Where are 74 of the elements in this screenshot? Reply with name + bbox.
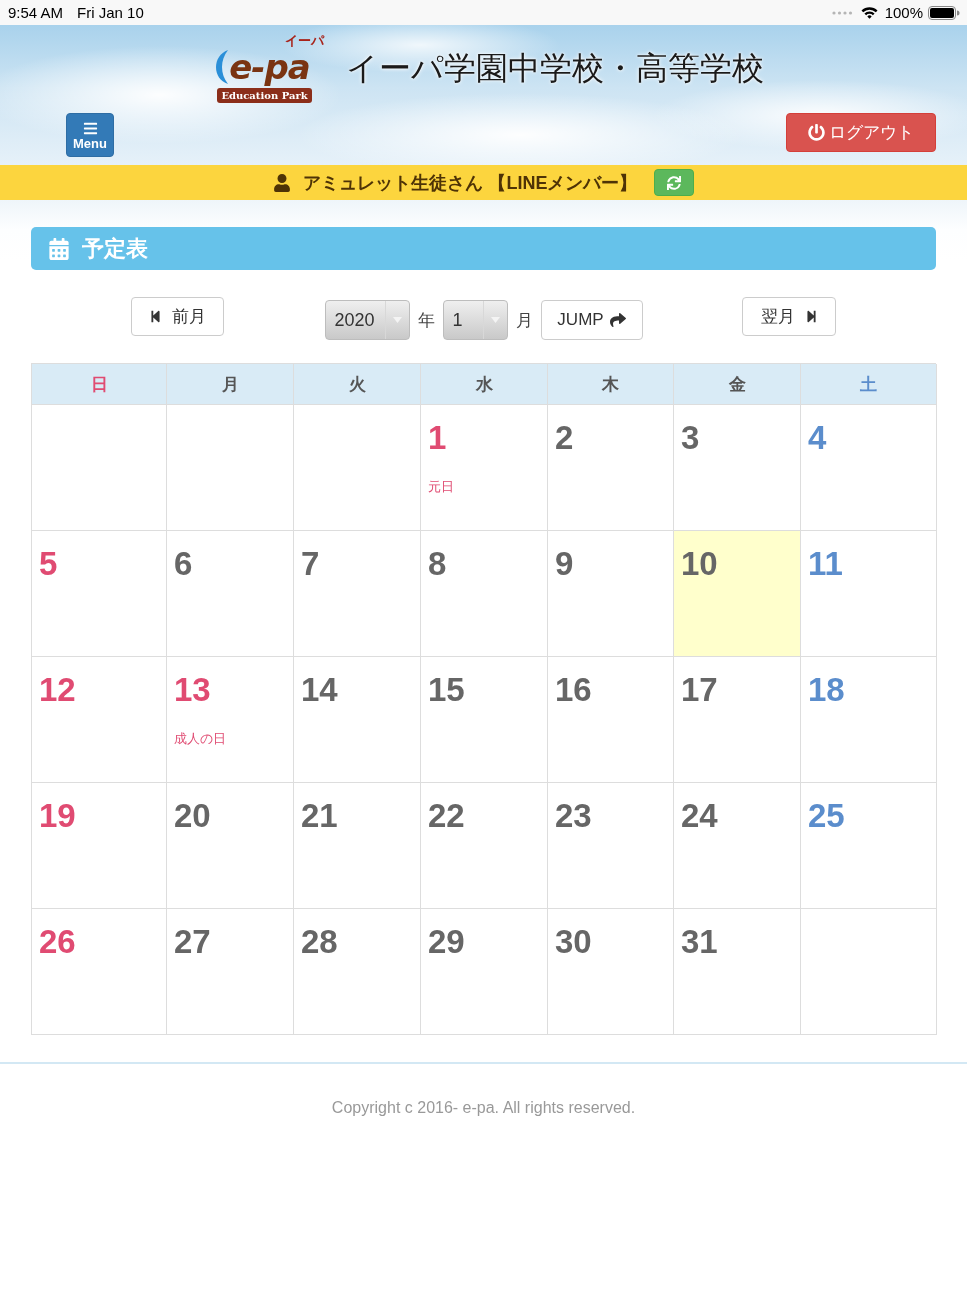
day-number: 20 bbox=[174, 797, 211, 835]
day-number: 12 bbox=[39, 671, 76, 709]
weekday-label: 木 bbox=[548, 364, 674, 405]
day-number: 27 bbox=[174, 923, 211, 961]
weekday-label: 金 bbox=[674, 364, 801, 405]
wifi-icon bbox=[860, 6, 878, 19]
school-title: イーパ学園中学校・高等学校 bbox=[345, 49, 764, 88]
battery-percent: 100% bbox=[884, 3, 923, 22]
holiday-label: 成人の日 bbox=[174, 731, 226, 747]
refresh-button[interactable] bbox=[653, 169, 694, 196]
weekday-label: 水 bbox=[421, 364, 548, 405]
day-number: 6 bbox=[174, 545, 193, 583]
day-number: 10 bbox=[681, 545, 718, 583]
day-number: 7 bbox=[301, 545, 320, 583]
prev-month-button[interactable]: 前月 bbox=[131, 297, 225, 336]
day-number: 22 bbox=[428, 797, 465, 835]
jump-button[interactable]: JUMP bbox=[540, 300, 643, 340]
logo-kana: イーパ bbox=[284, 33, 324, 48]
refresh-icon bbox=[666, 175, 681, 190]
year-select[interactable]: 2020 bbox=[324, 300, 410, 340]
weekday-label: 火 bbox=[294, 364, 421, 405]
month-unit: 月 bbox=[515, 309, 533, 332]
panel-title: 予定表 bbox=[82, 234, 148, 263]
weekday-label: 月 bbox=[167, 364, 294, 405]
day-number: 8 bbox=[428, 545, 447, 583]
day-number: 25 bbox=[808, 797, 845, 835]
day-number: 23 bbox=[555, 797, 592, 835]
weekday-label: 日 bbox=[32, 364, 167, 405]
day-number: 17 bbox=[681, 671, 718, 709]
day-number: 5 bbox=[39, 545, 58, 583]
calendar-icon bbox=[48, 237, 70, 260]
day-number: 13 bbox=[174, 671, 211, 709]
day-number: 14 bbox=[301, 671, 338, 709]
day-number: 24 bbox=[681, 797, 718, 835]
user-name: アミュレット生徒さん 【LINEメンバー】 bbox=[303, 171, 638, 195]
caret-icon bbox=[490, 317, 500, 323]
day-number: 15 bbox=[428, 671, 465, 709]
month-select[interactable]: 1 bbox=[442, 300, 508, 340]
day-number: 1 bbox=[428, 419, 447, 457]
day-number: 30 bbox=[555, 923, 592, 961]
day-number: 3 bbox=[681, 419, 700, 457]
day-number: 31 bbox=[681, 923, 718, 961]
day-number: 2 bbox=[555, 419, 574, 457]
day-number: 16 bbox=[555, 671, 592, 709]
step-back-icon bbox=[149, 310, 163, 323]
logout-button[interactable]: ログアウト bbox=[786, 113, 936, 152]
weekday-label: 土 bbox=[801, 364, 937, 405]
holiday-label: 元日 bbox=[428, 479, 454, 495]
user-icon bbox=[273, 173, 292, 192]
day-number: 4 bbox=[808, 419, 827, 457]
day-number: 28 bbox=[301, 923, 338, 961]
status-date: Fri Jan 10 bbox=[77, 3, 144, 22]
day-number: 18 bbox=[808, 671, 845, 709]
power-icon bbox=[808, 124, 825, 141]
day-number: 29 bbox=[428, 923, 465, 961]
battery-icon bbox=[928, 5, 960, 20]
year-unit: 年 bbox=[417, 309, 435, 332]
menu-button[interactable]: Menu bbox=[66, 113, 114, 157]
day-number: 26 bbox=[39, 923, 76, 961]
menu-icon bbox=[82, 121, 98, 136]
swoosh-icon bbox=[216, 50, 229, 84]
share-arrow-icon bbox=[609, 312, 626, 328]
logo-wordmark: e-pa bbox=[229, 48, 311, 86]
next-month-button[interactable]: 翌月 bbox=[742, 297, 837, 336]
caret-icon bbox=[392, 317, 402, 323]
step-forward-icon bbox=[804, 310, 818, 323]
logo-subtitle: Education Park bbox=[217, 88, 312, 103]
status-time: 9:54 AM bbox=[8, 3, 64, 22]
signal-dots-icon bbox=[831, 10, 853, 15]
day-number: 9 bbox=[555, 545, 574, 583]
day-number: 11 bbox=[808, 545, 843, 583]
day-number: 19 bbox=[39, 797, 76, 835]
day-number: 21 bbox=[301, 797, 338, 835]
copyright-text: Copyright c 2016- e-pa. All rights reserved. bbox=[331, 1099, 636, 1117]
